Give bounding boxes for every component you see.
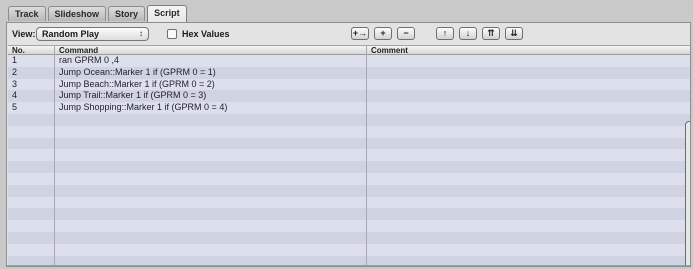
view-popup-value: Random Play xyxy=(42,29,100,39)
table-row[interactable] xyxy=(8,161,690,173)
insert-command-button[interactable]: +→ xyxy=(351,27,369,40)
script-panel: View: Random Play ↕ Hex Values +→ + − ↑ … xyxy=(6,22,691,267)
table-row[interactable] xyxy=(8,172,690,185)
script-toolbar: View: Random Play ↕ Hex Values +→ + − ↑ … xyxy=(7,23,690,45)
table-row[interactable]: 5 Jump Shopping::Marker 1 if (GPRM 0 = 4) xyxy=(8,102,690,114)
column-header-comment[interactable]: Comment xyxy=(367,46,408,55)
column-divider xyxy=(366,45,367,266)
panel-bottom-edge xyxy=(7,265,690,266)
table-row[interactable] xyxy=(8,125,690,138)
table-row[interactable] xyxy=(8,231,690,244)
table-header: No. Command Comment xyxy=(8,45,690,55)
tab-story[interactable]: Story xyxy=(108,6,146,21)
move-up-button[interactable]: ↑ xyxy=(436,27,454,40)
remove-command-button[interactable]: − xyxy=(397,27,415,40)
cell-no: 2 xyxy=(12,66,18,77)
move-to-bottom-button[interactable]: ⇊ xyxy=(505,27,523,40)
table-row[interactable] xyxy=(8,196,690,209)
script-command-table: No. Command Comment 1 ran GPRM 0 ,4 2 Jump … xyxy=(8,45,690,266)
cell-command: Jump Shopping::Marker 1 if (GPRM 0 = 4) xyxy=(59,102,228,113)
column-header-no[interactable]: No. xyxy=(8,46,25,55)
move-down-button[interactable]: ↓ xyxy=(459,27,477,40)
table-row[interactable]: 1 ran GPRM 0 ,4 xyxy=(8,55,690,67)
cell-no: 3 xyxy=(12,78,18,89)
table-rows: 1 ran GPRM 0 ,42 Jump Ocean::Marker 1 if (… xyxy=(8,55,690,266)
tab-slideshow[interactable]: Slideshow xyxy=(47,6,107,21)
cell-no: 4 xyxy=(12,90,18,101)
cell-no: 5 xyxy=(12,102,18,113)
hex-values-label: Hex Values xyxy=(182,29,230,39)
table-row[interactable] xyxy=(8,137,690,150)
table-row[interactable] xyxy=(8,220,690,232)
hex-values-checkbox[interactable] xyxy=(167,29,177,39)
view-label: View: xyxy=(12,29,36,39)
cell-command: Jump Trail::Marker 1 if (GPRM 0 = 3) xyxy=(59,90,207,101)
cell-command: Jump Beach::Marker 1 if (GPRM 0 = 2) xyxy=(59,78,215,89)
table-row[interactable] xyxy=(8,208,690,221)
tab-track[interactable]: Track xyxy=(8,6,46,21)
view-popup[interactable]: Random Play ↕ xyxy=(36,27,149,41)
cell-command: Jump Ocean::Marker 1 if (GPRM 0 = 1) xyxy=(59,66,216,77)
tab-script[interactable]: Script xyxy=(147,5,187,22)
column-header-command[interactable]: Command xyxy=(55,46,98,55)
tab-bar: Track Slideshow Story Script xyxy=(8,5,189,22)
add-command-button[interactable]: + xyxy=(374,27,392,40)
table-row[interactable] xyxy=(8,149,690,162)
table-row[interactable]: 3 Jump Beach::Marker 1 if (GPRM 0 = 2) xyxy=(8,78,690,91)
move-to-top-button[interactable]: ⇈ xyxy=(482,27,500,40)
table-row[interactable] xyxy=(8,184,690,197)
cell-command: ran GPRM 0 ,4 xyxy=(59,55,120,65)
column-divider xyxy=(54,45,55,266)
scroll-edge xyxy=(685,121,690,266)
table-row[interactable]: 4 Jump Trail::Marker 1 if (GPRM 0 = 3) xyxy=(8,90,690,103)
table-row[interactable] xyxy=(8,113,690,126)
popup-arrows-icon: ↕ xyxy=(139,29,143,38)
cell-no: 1 xyxy=(12,55,18,65)
table-row[interactable] xyxy=(8,243,690,256)
table-row[interactable]: 2 Jump Ocean::Marker 1 if (GPRM 0 = 1) xyxy=(8,66,690,79)
